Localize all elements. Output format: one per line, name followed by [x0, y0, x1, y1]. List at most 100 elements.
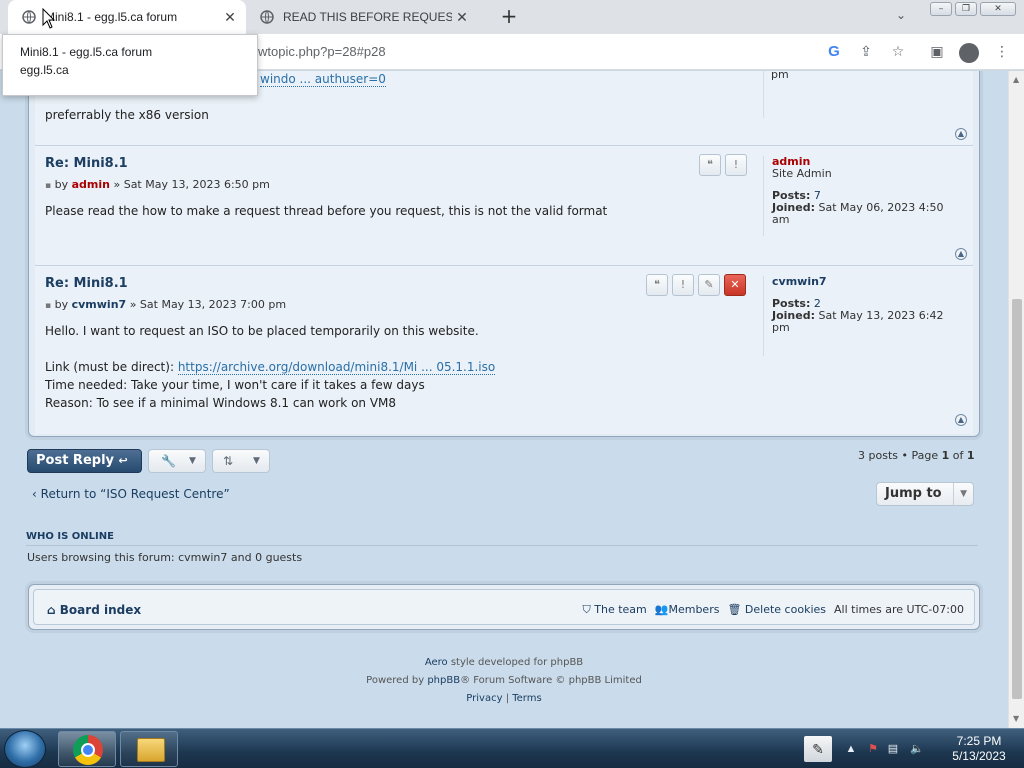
reply-arrow-icon: ↩	[118, 454, 128, 467]
sort-dropdown[interactable]: ⇅ ▼	[212, 449, 270, 473]
sort-icon: ⇅	[223, 454, 234, 468]
scroll-up-icon[interactable]: ▲	[1013, 75, 1019, 84]
post-reply-button[interactable]: Post Reply ↩	[27, 449, 142, 473]
close-tab-icon[interactable]: ✕	[452, 9, 472, 26]
profile-joined-tail: am	[772, 213, 790, 226]
timezone-info: All times are UTC-07:00	[834, 603, 964, 616]
quote-icon[interactable]: ❝	[699, 154, 721, 176]
page-scrollbar[interactable]: ▲ ▼	[1008, 71, 1024, 728]
scroll-down-icon[interactable]: ▼	[1013, 714, 1019, 723]
policy-links: Privacy | Terms	[466, 693, 542, 704]
members-link[interactable]: 👥Members	[655, 603, 720, 617]
post: ❝ ! Re: Mini8.1 ▪ by admin » Sat May 13,…	[35, 146, 973, 266]
clock-time: 7:25 PM	[956, 734, 1002, 748]
side-panel-icon[interactable]: ▣	[928, 43, 946, 61]
profile-rank: Site Admin	[772, 167, 832, 180]
total-pages: 1	[966, 449, 975, 462]
post-profile: admin Site Admin Posts: 7 Joined: Sat Ma…	[763, 156, 963, 236]
chevron-down-icon[interactable]: ⌄	[896, 8, 906, 22]
chrome-icon	[73, 735, 103, 765]
close-tab-icon[interactable]: ✕	[220, 9, 240, 26]
minimize-button[interactable]: –	[930, 2, 952, 16]
back-to-top-icon[interactable]: ▲	[955, 414, 967, 426]
profile-avatar[interactable]	[959, 43, 979, 63]
tab-strip: Mini8.1 - egg.l5.ca forum ✕ READ THIS BE…	[0, 0, 1024, 34]
globe-icon	[22, 10, 36, 24]
board-index-link[interactable]: ⌂ Board index	[47, 603, 141, 617]
post-link[interactable]: windo ... authuser=0	[260, 72, 386, 87]
post-author-line: ▪ by admin » Sat May 13, 2023 6:50 pm	[45, 178, 270, 191]
address-bar[interactable]: wtopic.php?p=28#p28	[258, 44, 386, 59]
post-body-line: Hello. I want to request an ISO to be pl…	[45, 324, 479, 338]
flag-icon[interactable]: ⚑	[866, 742, 880, 756]
author-link[interactable]: admin	[72, 178, 110, 191]
iso-link[interactable]: https://archive.org/download/mini8.1/Mi …	[177, 360, 496, 375]
profile-joined: Joined: Sat May 13, 2023 6:42	[772, 309, 944, 322]
report-icon[interactable]: !	[672, 274, 694, 296]
footer-navbar-inner: ⌂ Board index ⛉ The team 👥Members 🗑 Dele…	[33, 589, 975, 625]
volume-icon[interactable]: 🔈	[910, 742, 924, 756]
tab-hover-card: Mini8.1 - egg.l5.ca forum egg.l5.ca	[2, 34, 258, 96]
jump-to-dropdown[interactable]: Jump to ▼	[876, 482, 974, 506]
privacy-link[interactable]: Privacy	[466, 693, 502, 704]
chevron-left-icon: ‹	[32, 487, 37, 501]
close-window-button[interactable]: ✕	[980, 2, 1016, 16]
chevron-down-icon: ▼	[953, 483, 967, 505]
style-link[interactable]: Aero	[425, 657, 448, 668]
folder-icon	[137, 738, 165, 762]
system-tray: ✎ ▲ ⚑ ▤ 🔈 7:25 PM 5/13/2023	[800, 729, 1024, 768]
action-center-icon[interactable]: ✎	[804, 736, 832, 762]
globe-icon	[260, 10, 274, 24]
show-hidden-icons-icon[interactable]: ▲	[844, 742, 858, 756]
start-button[interactable]	[4, 730, 46, 768]
menu-icon[interactable]: ⋮	[993, 43, 1011, 61]
back-to-top-icon[interactable]: ▲	[955, 248, 967, 260]
tab-title: Mini8.1 - egg.l5.ca forum	[45, 10, 178, 24]
scroll-thumb[interactable]	[1012, 299, 1022, 699]
home-icon: ⌂	[47, 603, 56, 617]
post-date: » Sat May 13, 2023 7:00 pm	[129, 298, 287, 311]
wrench-icon: 🔧	[161, 454, 176, 468]
delete-icon[interactable]: ✕	[724, 274, 746, 296]
phpbb-link[interactable]: phpBB	[427, 675, 460, 686]
profile-username[interactable]: cvmwin7	[772, 276, 963, 288]
taskbar-chrome[interactable]	[58, 731, 116, 767]
post-buttons: ❝ ! ✎ ✕	[646, 274, 746, 296]
terms-link[interactable]: Terms	[512, 693, 541, 704]
members-icon: 👥	[654, 603, 669, 616]
chevron-down-icon: ▼	[253, 456, 260, 466]
team-link[interactable]: ⛉ The team	[583, 603, 647, 617]
report-icon[interactable]: !	[725, 154, 747, 176]
post-body: Please read the how to make a request th…	[45, 204, 608, 218]
delete-cookies-link[interactable]: 🗑 Delete cookies	[727, 603, 826, 617]
credits: Aero style developed for phpBB Powered b…	[0, 654, 1008, 708]
google-icon[interactable]: G	[825, 43, 843, 61]
edit-icon[interactable]: ✎	[698, 274, 720, 296]
post-title[interactable]: Re: Mini8.1	[45, 156, 128, 171]
footer-links: ⛉ The team 👥Members 🗑 Delete cookies All…	[583, 603, 964, 617]
share-icon[interactable]: ⇪	[857, 43, 875, 61]
return-to-forum-link[interactable]: ‹ Return to “ISO Request Centre”	[32, 487, 230, 501]
taskbar-explorer[interactable]	[120, 731, 178, 767]
topic-tools-dropdown[interactable]: 🔧 ▼	[148, 449, 206, 473]
tab-inactive[interactable]: READ THIS BEFORE REQUESTING ✕	[252, 0, 478, 34]
by-label: by	[54, 298, 69, 311]
shield-icon: ⛉	[582, 603, 591, 616]
hover-card-domain: egg.l5.ca	[20, 63, 69, 77]
maximize-button[interactable]: ❐	[955, 2, 977, 16]
star-icon[interactable]: ☆	[889, 43, 907, 61]
post-container: windo ... authuser=0 pm preferrably the …	[28, 71, 980, 437]
quote-icon[interactable]: ❝	[646, 274, 668, 296]
post-author-line: ▪ by cvmwin7 » Sat May 13, 2023 7:00 pm	[45, 298, 286, 311]
post: ❝ ! ✎ ✕ Re: Mini8.1 ▪ by cvmwin7 » Sat M…	[35, 266, 973, 434]
network-icon[interactable]: ▤	[886, 742, 900, 756]
post-body-line: Reason: To see if a minimal Windows 8.1 …	[45, 396, 397, 410]
hover-card-title: Mini8.1 - egg.l5.ca forum	[20, 45, 153, 59]
author-link[interactable]: cvmwin7	[72, 298, 127, 311]
new-tab-button[interactable]: +	[498, 6, 520, 28]
footer-navbar: ⌂ Board index ⛉ The team 👥Members 🗑 Dele…	[28, 584, 980, 630]
clock[interactable]: 7:25 PM 5/13/2023	[940, 734, 1018, 764]
back-to-top-icon[interactable]: ▲	[955, 128, 967, 140]
tab-title: READ THIS BEFORE REQUESTING	[283, 10, 452, 24]
post-title[interactable]: Re: Mini8.1	[45, 276, 128, 291]
